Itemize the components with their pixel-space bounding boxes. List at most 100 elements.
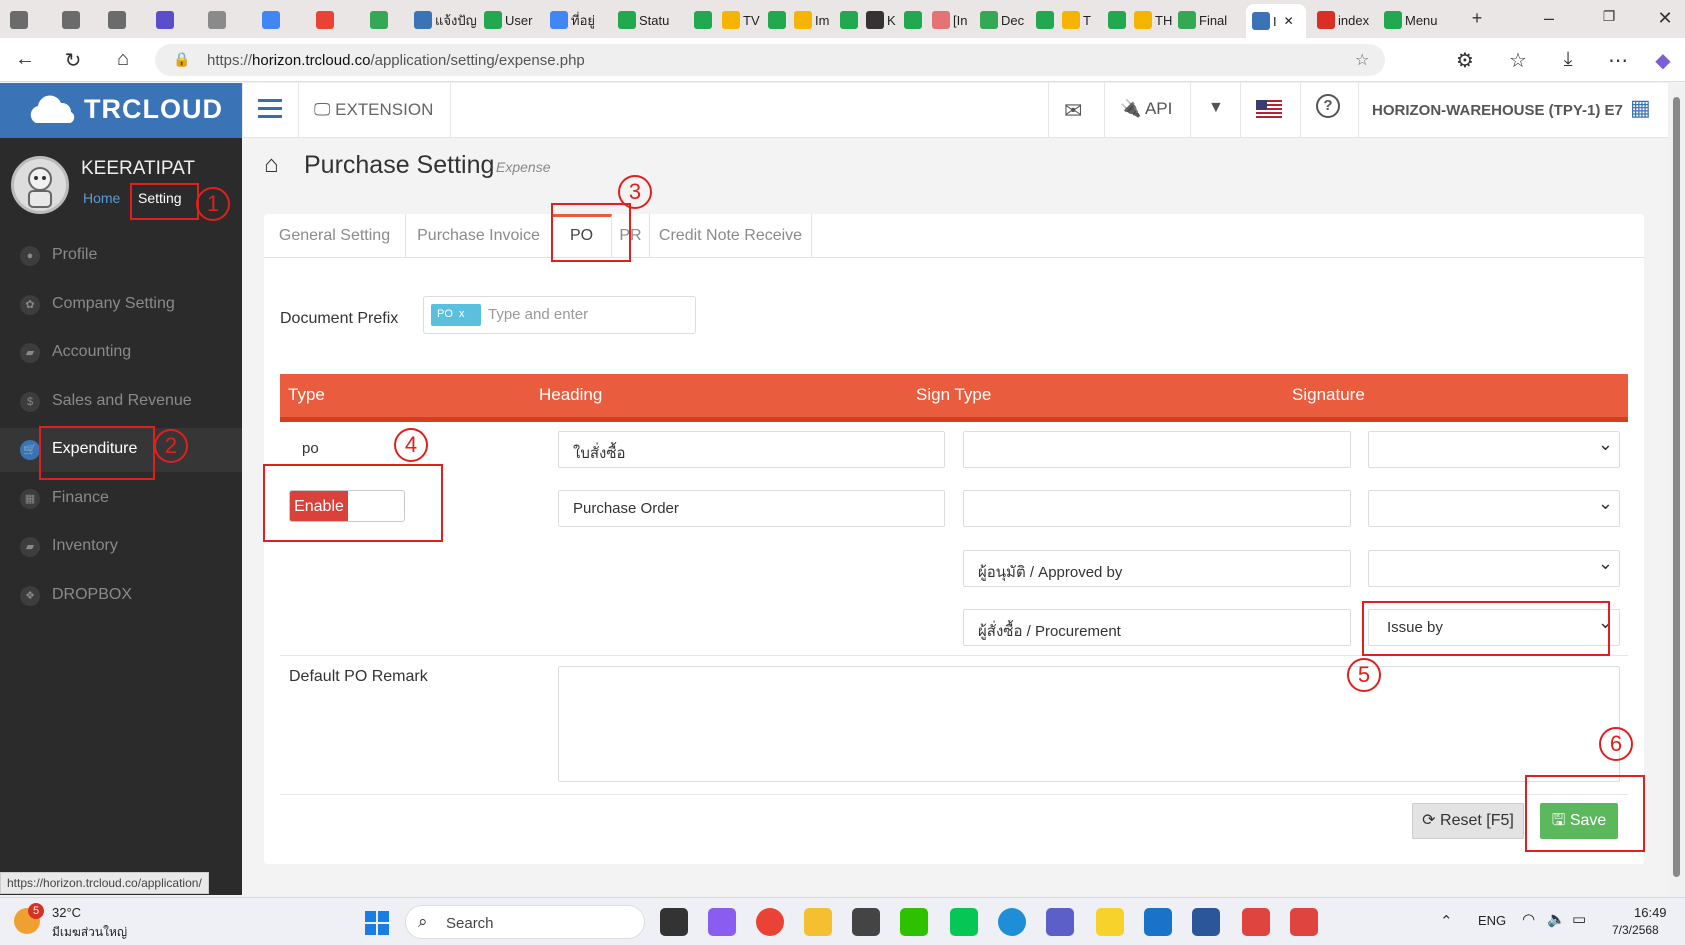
taskbar-search[interactable]: ⌕ Search bbox=[405, 905, 645, 939]
favorites-icon[interactable]: ☆ bbox=[1505, 48, 1531, 73]
scrollbar-thumb[interactable] bbox=[1673, 97, 1680, 877]
file-explorer-icon[interactable] bbox=[804, 908, 832, 936]
lock-icon[interactable]: 🔒 bbox=[173, 51, 190, 68]
tab-purchase-invoice[interactable]: Purchase Invoice bbox=[406, 214, 552, 257]
prefix-tag-remove-icon[interactable]: x bbox=[459, 308, 465, 320]
browser-tab[interactable] bbox=[108, 6, 136, 34]
browser-tab[interactable] bbox=[768, 6, 792, 34]
anydesk-icon-2[interactable] bbox=[1290, 908, 1318, 936]
extension-button[interactable]: 🖵 EXTENSION bbox=[314, 100, 433, 120]
browser-tab[interactable] bbox=[1036, 6, 1060, 34]
line-icon[interactable] bbox=[950, 908, 978, 936]
browser-tab[interactable]: User bbox=[484, 6, 546, 34]
home-icon[interactable]: ⌂ bbox=[264, 151, 279, 179]
hamburger-menu-icon[interactable] bbox=[258, 99, 282, 119]
browser-tab[interactable] bbox=[370, 6, 398, 34]
heading-input-thai[interactable]: ใบสั่งซื้อ bbox=[558, 431, 945, 468]
photos-icon[interactable] bbox=[1144, 908, 1172, 936]
browser-tab[interactable] bbox=[840, 6, 864, 34]
address-bar[interactable]: 🔒 https://horizon.trcloud.co/application… bbox=[155, 44, 1385, 76]
browser-tab[interactable]: [In bbox=[932, 6, 976, 34]
sidebar-item-company-setting[interactable]: ✿ Company Setting bbox=[0, 283, 242, 327]
help-icon[interactable]: ? bbox=[1316, 94, 1340, 118]
sign-type-input-2[interactable] bbox=[963, 490, 1351, 527]
clock-time[interactable]: 16:49 bbox=[1634, 905, 1667, 920]
browser-tab[interactable] bbox=[262, 6, 290, 34]
copilot-app-icon[interactable] bbox=[708, 908, 736, 936]
minimize-button[interactable]: – bbox=[1534, 8, 1564, 29]
tab-general-setting[interactable]: General Setting bbox=[264, 214, 406, 257]
browser-tab[interactable]: I ✕ bbox=[1246, 4, 1306, 38]
browser-tab[interactable]: TV bbox=[722, 6, 762, 34]
default-remark-textarea[interactable] bbox=[558, 666, 1620, 782]
browser-tab[interactable] bbox=[904, 6, 928, 34]
anydesk-icon[interactable] bbox=[1242, 908, 1270, 936]
home-icon[interactable]: ⌂ bbox=[110, 48, 136, 71]
copilot-icon[interactable]: ◆ bbox=[1650, 48, 1676, 73]
downloads-icon[interactable]: ⤓ bbox=[1555, 48, 1581, 71]
windows-start-icon[interactable] bbox=[364, 910, 390, 936]
sidebar-item-accounting[interactable]: ▰ Accounting bbox=[0, 331, 242, 375]
refresh-icon[interactable]: ↻ bbox=[60, 48, 86, 73]
sidebar-item-inventory[interactable]: ▰ Inventory bbox=[0, 525, 242, 569]
browser-tab[interactable]: ที่อยู่ bbox=[550, 6, 612, 34]
browser-tab[interactable]: K bbox=[866, 6, 900, 34]
maximize-button[interactable]: ❐ bbox=[1594, 8, 1624, 25]
browser-tab[interactable]: T bbox=[1062, 6, 1102, 34]
page-scrollbar[interactable] bbox=[1668, 83, 1685, 895]
caret-down-icon[interactable]: ▼ bbox=[1208, 99, 1224, 117]
building-icon[interactable]: ▦ bbox=[1630, 95, 1651, 121]
sidebar-item-finance[interactable]: ▦ Finance bbox=[0, 477, 242, 521]
teams-icon[interactable] bbox=[1046, 908, 1074, 936]
avatar[interactable] bbox=[11, 156, 69, 214]
tab-credit-note-receive[interactable]: Credit Note Receive bbox=[650, 214, 812, 257]
close-tab-icon[interactable]: ✕ bbox=[1284, 14, 1294, 28]
extensions-icon[interactable]: ⚙ bbox=[1452, 48, 1478, 73]
browser-tab[interactable]: Menu bbox=[1384, 6, 1446, 34]
browser-tab[interactable]: index bbox=[1317, 6, 1379, 34]
sidebar-item-profile[interactable]: ● Profile bbox=[0, 234, 242, 278]
mail-icon[interactable]: ✉ bbox=[1064, 98, 1082, 124]
wechat-icon[interactable] bbox=[900, 908, 928, 936]
sign-type-input-procurement[interactable]: ผู้สั่งซื้อ / Procurement bbox=[963, 609, 1351, 646]
heading-input-english[interactable]: Purchase Order bbox=[558, 490, 945, 527]
browser-tab[interactable]: Final bbox=[1178, 6, 1238, 34]
browser-tab[interactable] bbox=[156, 6, 184, 34]
document-prefix-input[interactable]: PO x Type and enter bbox=[423, 296, 696, 334]
volume-icon[interactable]: 🔈 bbox=[1547, 910, 1566, 928]
home-link[interactable]: Home bbox=[83, 190, 120, 206]
browser-tab[interactable] bbox=[694, 6, 718, 34]
sign-type-input-approved[interactable]: ผู้อนุมัติ / Approved by bbox=[963, 550, 1351, 587]
wifi-icon[interactable]: ◠ bbox=[1522, 910, 1535, 928]
signature-select-3[interactable] bbox=[1368, 550, 1620, 587]
browser-tab[interactable]: Im bbox=[794, 6, 834, 34]
word-icon[interactable] bbox=[1192, 908, 1220, 936]
sidebar-item-dropbox[interactable]: ❖ DROPBOX bbox=[0, 574, 242, 618]
browser-tab[interactable] bbox=[316, 6, 344, 34]
us-flag-icon[interactable] bbox=[1256, 100, 1282, 118]
sticky-notes-icon[interactable] bbox=[1096, 908, 1124, 936]
tray-chevron-up-icon[interactable]: ⌃ bbox=[1440, 912, 1453, 930]
language-indicator[interactable]: ENG bbox=[1478, 913, 1506, 928]
browser-tab[interactable]: TH bbox=[1134, 6, 1174, 34]
signature-select-2[interactable] bbox=[1368, 490, 1620, 527]
new-tab-button[interactable]: + bbox=[1462, 8, 1492, 29]
sign-type-input-1[interactable] bbox=[963, 431, 1351, 468]
reset-button[interactable]: ⟳ Reset [F5] bbox=[1412, 803, 1524, 839]
browser-tab[interactable] bbox=[62, 6, 90, 34]
browser-tab[interactable] bbox=[208, 6, 236, 34]
clock-date[interactable]: 7/3/2568 bbox=[1612, 923, 1659, 937]
company-selector[interactable]: HORIZON-WAREHOUSE (TPY-1) E7 bbox=[1372, 102, 1623, 119]
browser-tab[interactable]: Dec bbox=[980, 6, 1030, 34]
edge-icon[interactable] bbox=[998, 908, 1026, 936]
close-window-button[interactable]: ✕ bbox=[1650, 8, 1680, 29]
app-logo[interactable]: TRCLOUD bbox=[0, 83, 242, 138]
back-icon[interactable]: ← bbox=[12, 48, 38, 71]
browser-tab[interactable]: แจ้งปัญ bbox=[414, 6, 478, 34]
task-view-icon[interactable] bbox=[660, 908, 688, 936]
api-button[interactable]: 🔌 API bbox=[1120, 99, 1172, 119]
browser-tab[interactable] bbox=[1108, 6, 1132, 34]
menu-dots-icon[interactable]: ⋯ bbox=[1605, 48, 1631, 73]
browser-tab[interactable]: Statu bbox=[618, 6, 688, 34]
signature-select-1[interactable] bbox=[1368, 431, 1620, 468]
